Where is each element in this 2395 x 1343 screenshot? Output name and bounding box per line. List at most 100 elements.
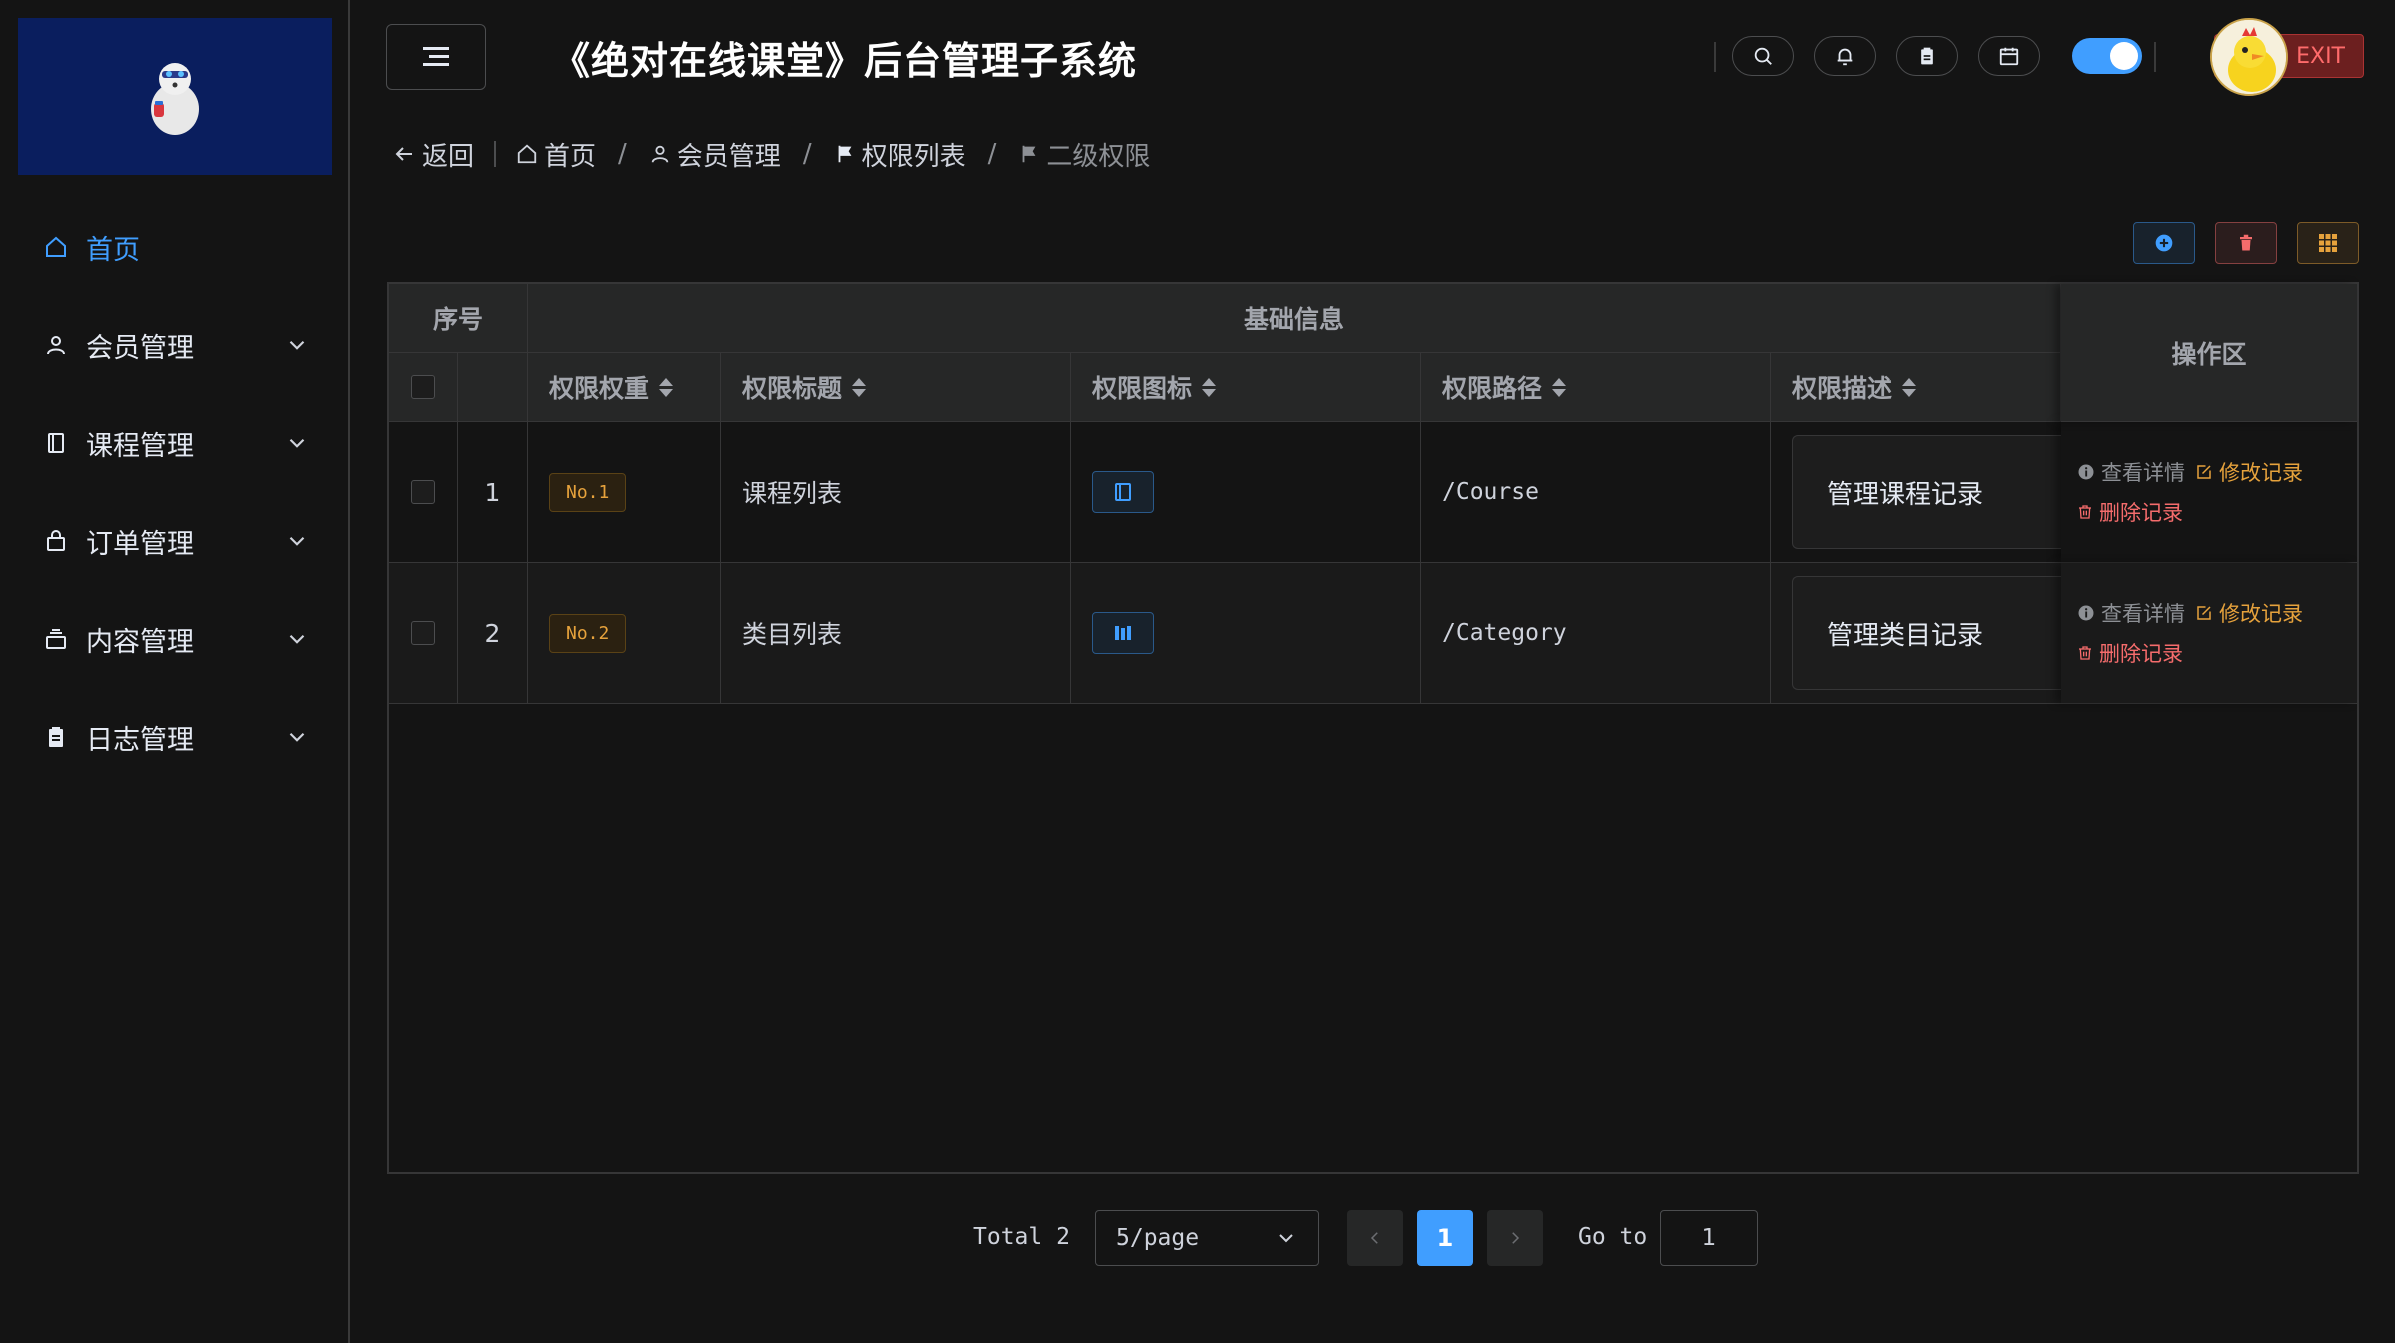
action-label: 删除记录 [2099,642,2183,666]
row-checkbox[interactable] [411,480,435,504]
pagination: Total 2 5/page 1 Go to 1 [0,1210,2395,1266]
sort-icon[interactable] [659,377,674,397]
delete-record-button[interactable]: 删除记录 [2077,638,2183,668]
add-button[interactable] [2133,222,2195,264]
book-icon [1115,483,1131,501]
header: 《绝对在线课堂》后台管理子系统 EXIT [352,0,2395,115]
page-size-value: 5/page [1116,1225,1200,1251]
column-header-icon[interactable]: 权限图标 [1071,353,1421,422]
action-label: 查看详情 [2101,461,2185,485]
trash-icon [2079,505,2091,519]
description-box: 管理课程记录 [1792,435,2061,549]
column-header-weight[interactable]: 权限权重 [528,353,721,422]
breadcrumb-separator: / [987,139,997,169]
sidebar-item-members[interactable]: 会员管理 [0,296,348,394]
notification-button[interactable] [1814,36,1876,76]
next-page-button[interactable] [1487,1210,1543,1266]
row-checkbox[interactable] [411,621,435,645]
group-header-index: 序号 [389,284,528,353]
hamburger-icon [423,47,449,66]
clipboard-button[interactable] [1896,36,1958,76]
delete-record-button[interactable]: 删除记录 [2077,497,2183,527]
edit-record-button[interactable]: 修改记录 [2195,457,2303,487]
avatar[interactable] [2210,18,2288,96]
sort-icon[interactable] [1202,377,1217,397]
page-number-button[interactable]: 1 [1417,1210,1473,1266]
home-icon [517,144,537,164]
chevron-right-icon [1512,1232,1520,1244]
breadcrumb-permissions[interactable]: 权限列表 [834,136,966,173]
divider [1714,42,1716,72]
bell-icon [1837,48,1853,66]
sort-icon[interactable] [852,377,867,397]
permission-icon-preview[interactable] [1092,612,1154,654]
sidebar-item-home[interactable]: 首页 [0,198,348,296]
header-label: 操作区 [2171,339,2247,369]
desc-cell: 管理课程记录 [1771,422,2061,562]
sidebar-item-orders[interactable]: 订单管理 [0,492,348,590]
title-cell: 类目列表 [721,563,1071,703]
sidebar-item-label: 课程管理 [86,430,194,462]
weight-cell: No.2 [528,563,721,703]
chevron-down-icon [289,340,305,350]
breadcrumb-label: 首页 [544,141,597,172]
view-details-button[interactable]: 查看详情 [2077,598,2185,628]
permission-table: 序号 基础信息 权限权重 权限标题 权限图标 权限路径 权限描述 1 No.1 … [387,282,2359,1174]
document-icon [42,723,70,751]
logo[interactable] [18,18,332,175]
column-header-desc[interactable]: 权限描述 [1771,353,2061,422]
weight-cell: No.1 [528,422,721,562]
breadcrumb-home[interactable]: 首页 [516,136,596,173]
chevron-down-icon [289,536,305,546]
breadcrumb-label: 二级权限 [1046,141,1151,172]
goto-page-input[interactable]: 1 [1660,1210,1758,1266]
flag-icon [838,145,851,163]
header-index-blank [458,353,528,422]
back-label: 返回 [422,141,475,172]
menu-toggle-button[interactable] [386,24,486,90]
home-icon [42,233,70,261]
select-all-checkbox[interactable] [411,375,435,399]
row-index: 1 [458,422,528,562]
dark-mode-toggle[interactable] [2072,38,2142,74]
breadcrumb-separator: / [618,139,627,169]
sort-icon[interactable] [1902,377,1917,397]
weight-badge: No.2 [549,613,627,653]
bag-icon [42,527,70,555]
actions-line: 删除记录 [2077,633,2357,673]
user-icon [651,145,669,163]
column-settings-button[interactable] [2297,222,2359,264]
search-button[interactable] [1732,36,1794,76]
sort-icon[interactable] [1552,377,1567,397]
arrow-left-icon [395,147,412,161]
permission-icon-preview[interactable] [1092,471,1154,513]
view-details-button[interactable]: 查看详情 [2077,457,2185,487]
sidebar-item-logs[interactable]: 日志管理 [0,688,348,786]
toggle-knob [2110,42,2138,70]
prev-page-button[interactable] [1347,1210,1403,1266]
box-icon [42,625,70,653]
page-size-select[interactable]: 5/page [1095,1210,1319,1266]
column-header-title[interactable]: 权限标题 [721,353,1071,422]
group-header-basic: 基础信息 [528,284,2061,353]
sidebar-menu: 首页 会员管理 课程管理 订单管理 内容管理 日志管理 [0,198,348,786]
header-label: 基础信息 [1243,305,1344,334]
sidebar-item-content[interactable]: 内容管理 [0,590,348,688]
exit-label: EXIT [2296,43,2345,69]
breadcrumb-separator: / [802,139,812,169]
edit-icon [2197,465,2211,479]
sidebar-item-courses[interactable]: 课程管理 [0,394,348,492]
sidebar: 首页 会员管理 课程管理 订单管理 内容管理 日志管理 [0,0,350,1343]
app-root: 首页 会员管理 课程管理 订单管理 内容管理 日志管理 《绝对在线课堂》后台管理… [0,0,2395,1343]
calendar-button[interactable] [1978,36,2040,76]
back-button[interactable]: 返回 [392,136,474,173]
select-all-cell [389,353,458,422]
column-header-path[interactable]: 权限路径 [1421,353,1771,422]
clipboard-icon [1921,47,1933,65]
edit-record-button[interactable]: 修改记录 [2195,598,2303,628]
batch-delete-button[interactable] [2215,222,2277,264]
breadcrumb-members[interactable]: 会员管理 [649,136,781,173]
action-label: 查看详情 [2101,602,2185,626]
chevron-down-icon [289,438,305,448]
search-icon [1754,47,1772,65]
